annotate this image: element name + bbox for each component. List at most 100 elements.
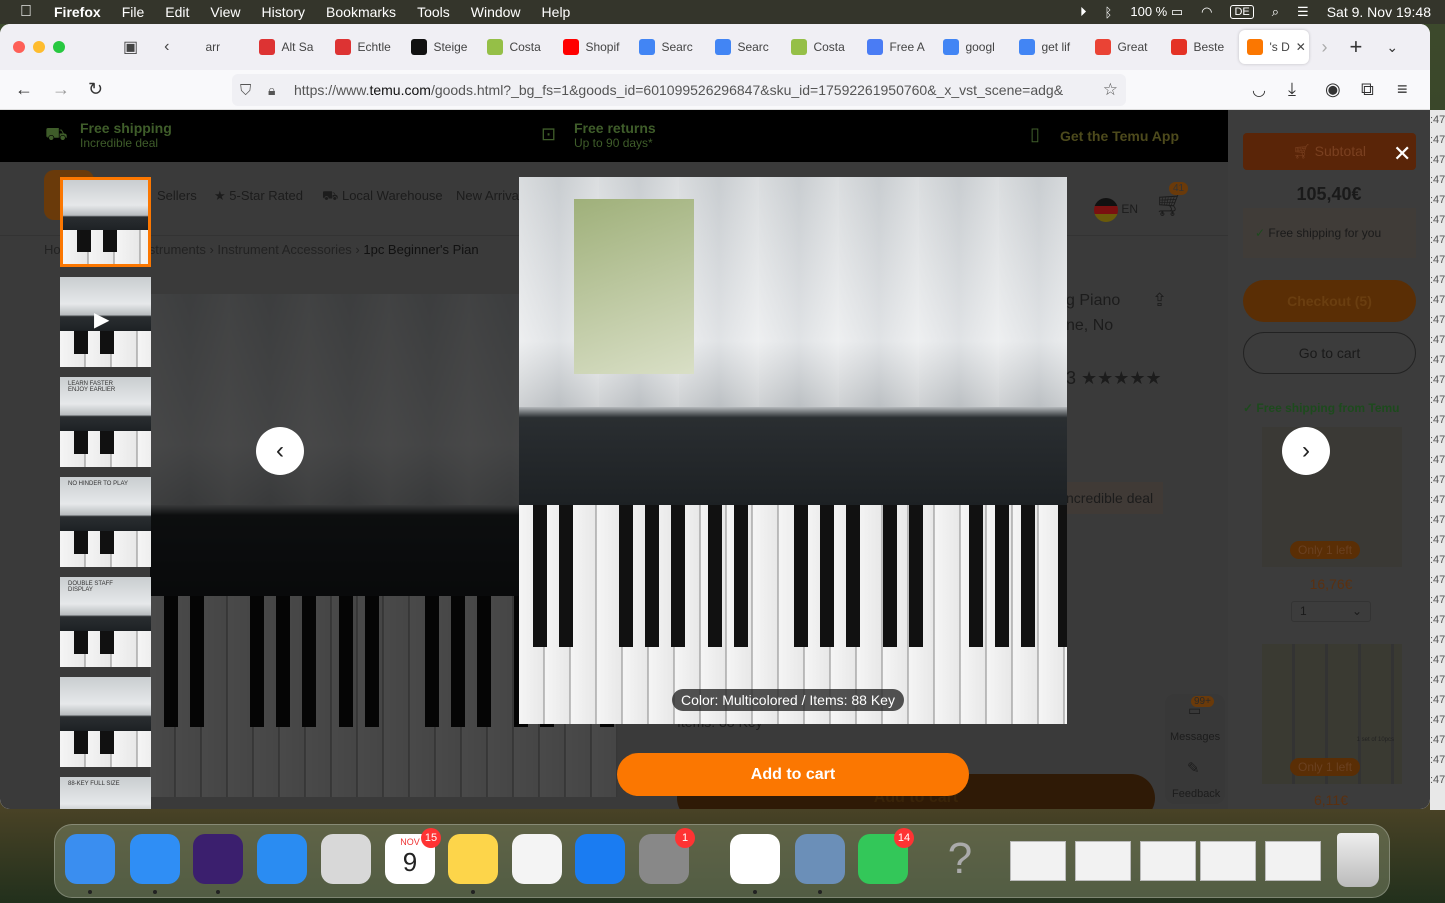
tab-shopify[interactable]: Costa xyxy=(479,30,555,64)
bookmark-star-icon[interactable]: ☆ xyxy=(1103,80,1118,100)
minimize-window-button[interactable] xyxy=(33,41,45,53)
promo-free-shipping[interactable]: Free shipping Incredible deal xyxy=(80,120,172,150)
quantity-select[interactable]: 1 ⌄ xyxy=(1291,601,1371,622)
dock-app-store-icon[interactable] xyxy=(575,834,625,884)
feedback-button[interactable]: Feedback xyxy=(1172,788,1220,800)
tab-bag-multicolor[interactable]: Echtle xyxy=(327,30,403,64)
close-modal-icon[interactable]: ✕ xyxy=(1393,141,1411,167)
extensions-icon[interactable]: ⧉ xyxy=(1361,79,1374,100)
menu-bookmarks[interactable]: Bookmarks xyxy=(326,4,396,20)
url-text[interactable]: https://www.temu.com/goods.html?_bg_fs=1… xyxy=(294,82,1094,98)
minimized-window-thumbnail[interactable] xyxy=(1140,841,1196,881)
cart-icon[interactable]: 🛒︎ 41 xyxy=(1155,182,1189,219)
tab-temu[interactable]: 's D ✕ xyxy=(1239,30,1310,64)
tab-youtube[interactable]: Shopif xyxy=(555,30,631,64)
tab-gmail[interactable]: Great xyxy=(1087,30,1163,64)
menu-file[interactable]: File xyxy=(122,4,145,20)
nav-new-arrivals[interactable]: New Arriva xyxy=(456,188,519,203)
tab-bag-multicolor[interactable]: Alt Sa xyxy=(251,30,327,64)
new-tab-button[interactable]: + xyxy=(1349,34,1362,60)
tab-google-ads[interactable]: Searc xyxy=(631,30,707,64)
dock-calendar-icon[interactable]: NOV 9 15 xyxy=(385,828,441,884)
menu-window[interactable]: Window xyxy=(471,4,521,20)
thumbnail[interactable]: 88-KEY FULL SIZE xyxy=(60,777,151,809)
play-icon[interactable]: ⏵ xyxy=(1080,4,1087,20)
dock-mail-icon[interactable] xyxy=(257,834,307,884)
dock-firefox-icon[interactable] xyxy=(193,834,243,894)
spotlight-icon[interactable]: ⌕ xyxy=(1272,4,1279,20)
promo-free-returns[interactable]: Free returns Up to 90 days* xyxy=(574,120,656,150)
rating-stars[interactable]: 3 ★★★★★ xyxy=(1066,368,1162,389)
tabs-scroll-left-icon[interactable]: ‹ xyxy=(164,38,169,56)
dock-safari-icon[interactable] xyxy=(130,834,180,894)
dock-facetime-icon[interactable]: 14 xyxy=(858,828,914,884)
next-image-button[interactable]: › xyxy=(1282,427,1330,475)
menu-tools[interactable]: Tools xyxy=(417,4,450,20)
shield-icon[interactable]: ⛉ xyxy=(240,82,251,99)
dock-no-entry-icon[interactable] xyxy=(321,834,371,884)
menu-view[interactable]: View xyxy=(210,4,240,20)
tab-shopify-black[interactable]: Steige xyxy=(403,30,479,64)
menu-history[interactable]: History xyxy=(261,4,305,20)
dock-system-settings-icon[interactable]: 1 xyxy=(639,828,695,884)
dock-finder-icon[interactable] xyxy=(65,834,115,894)
list-tabs-icon[interactable]: ⌄ xyxy=(1386,39,1398,56)
promo-get-app[interactable]: Get the Temu App xyxy=(1060,128,1179,144)
bluetooth-icon[interactable]: ᛒ xyxy=(1105,5,1113,20)
tab-overview-icon[interactable]: ▣ xyxy=(123,37,138,57)
zoom-window-button[interactable] xyxy=(53,41,65,53)
thumbnail[interactable]: LEARN FASTER ENJOY EARLIER xyxy=(60,377,151,467)
menu-edit[interactable]: Edit xyxy=(165,4,189,20)
reload-icon[interactable]: ↻ xyxy=(88,79,103,100)
minimized-window-thumbnail[interactable] xyxy=(1010,841,1066,881)
menu-help[interactable]: Help xyxy=(542,4,571,20)
nav-best-sellers[interactable]: Sellers xyxy=(157,188,197,203)
thumbnail[interactable]: ▶ xyxy=(60,277,151,367)
checkout-button[interactable]: Checkout (5) xyxy=(1243,280,1416,322)
clock[interactable]: Sat 9. Nov 19:48 xyxy=(1327,4,1431,20)
dock-powerpoint-icon[interactable] xyxy=(730,834,780,894)
dock-freeform-icon[interactable] xyxy=(512,834,562,884)
breadcrumb-instrument-accessories[interactable]: Instrument Accessories xyxy=(217,242,351,257)
dock-notes-icon[interactable] xyxy=(448,834,498,894)
add-to-cart-button[interactable]: Add to cart xyxy=(617,753,969,796)
tab-google-ads[interactable]: Searc xyxy=(707,30,783,64)
tab-play[interactable]: Free A xyxy=(859,30,935,64)
thumbnail[interactable] xyxy=(60,177,151,267)
url-bar[interactable]: ⛉ 🔒︎ https://www.temu.com/goods.html?_bg… xyxy=(232,74,1126,106)
close-window-button[interactable] xyxy=(13,41,25,53)
close-tab-icon[interactable]: ✕ xyxy=(1296,40,1306,54)
tabs-scroll-right-icon[interactable]: › xyxy=(1321,37,1327,58)
thumbnail[interactable]: DOUBLE STAFF DISPLAY xyxy=(60,577,151,667)
forward-icon[interactable]: → xyxy=(52,79,70,100)
back-icon[interactable]: ← xyxy=(15,79,33,100)
tab-google[interactable]: googl xyxy=(935,30,1011,64)
dock-help-icon[interactable]: ? xyxy=(935,834,985,884)
tab-aliexpress[interactable]: Beste xyxy=(1163,30,1239,64)
account-icon[interactable]: ◉ xyxy=(1325,79,1341,100)
messages-button[interactable]: Messages xyxy=(1170,731,1220,743)
minimized-window-thumbnail[interactable] xyxy=(1265,841,1321,881)
control-center-icon[interactable]: ☰ xyxy=(1297,4,1309,20)
dock-trash-icon[interactable] xyxy=(1337,833,1379,887)
thumbnail[interactable]: NO HINDER TO PLAY xyxy=(60,477,151,567)
downloads-icon[interactable]: ⤓ xyxy=(1288,79,1296,100)
share-icon[interactable]: ⇪ xyxy=(1152,290,1167,311)
tab-generic[interactable]: arr xyxy=(175,30,251,64)
battery-status[interactable]: 100 % ▭ xyxy=(1130,4,1183,20)
dock-preview-icon[interactable] xyxy=(795,834,845,894)
menu-icon[interactable]: ≡ xyxy=(1397,79,1408,100)
wifi-icon[interactable]: ◠ xyxy=(1201,4,1212,20)
apple-icon[interactable]:  xyxy=(20,3,32,21)
lock-icon[interactable]: 🔒︎ xyxy=(268,82,275,99)
input-source[interactable]: DE xyxy=(1230,5,1254,19)
previous-image-button[interactable]: ‹ xyxy=(256,427,304,475)
minimized-window-thumbnail[interactable] xyxy=(1200,841,1256,881)
thumbnail[interactable] xyxy=(60,677,151,767)
tab-shopify[interactable]: Costa xyxy=(783,30,859,64)
nav-local-warehouse[interactable]: ⛟ Local Warehouse xyxy=(322,188,443,206)
tab-google[interactable]: get lif xyxy=(1011,30,1087,64)
nav-5-star-rated[interactable]: ★ 5-Star Rated xyxy=(214,188,303,204)
pocket-icon[interactable]: ◡ xyxy=(1252,80,1266,100)
minimized-window-thumbnail[interactable] xyxy=(1075,841,1131,881)
